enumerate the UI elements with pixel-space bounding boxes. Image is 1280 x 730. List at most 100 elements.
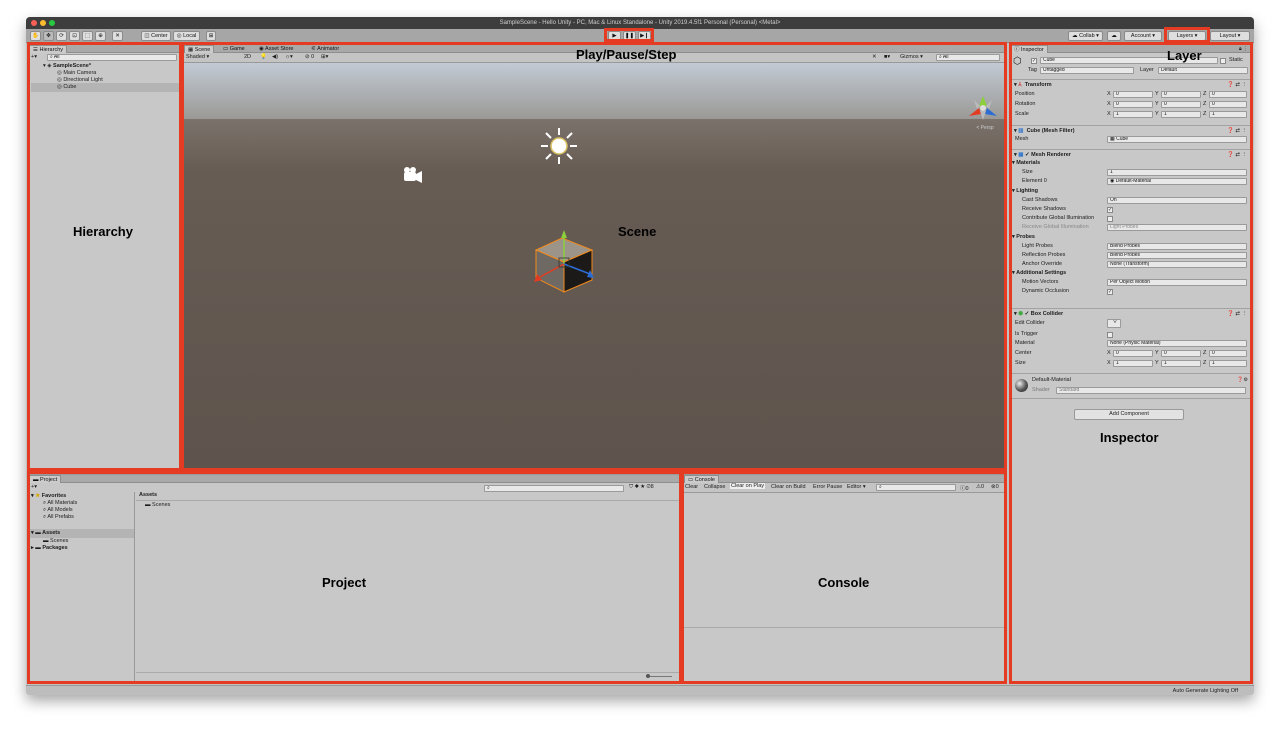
reflection-probes-dropdown[interactable]: Blend Probes (1107, 252, 1247, 259)
layout-dropdown[interactable]: Layout ▾ (1210, 31, 1250, 41)
component-menu-icon[interactable]: ❓ ⇄ ⋮ (1227, 80, 1247, 90)
active-checkbox[interactable]: ✓ (1031, 58, 1037, 64)
scene-search-input[interactable]: ⌕ All (936, 54, 1000, 61)
materials-size-input[interactable]: 1 (1107, 169, 1247, 176)
hidden-objects-counter[interactable]: ⊘ 0 (305, 54, 314, 60)
move-tool-icon[interactable]: ✥ (43, 31, 54, 41)
add-component-button[interactable]: Add Component (1074, 409, 1184, 420)
project-create-icon[interactable]: +▾ (31, 483, 37, 492)
zoom-window-button[interactable] (49, 20, 55, 26)
packages-folder[interactable]: ▸ ▬ Packages (31, 544, 68, 553)
transform-z-input[interactable]: 0 (1209, 91, 1247, 98)
transform-y-input[interactable]: 1 (1161, 111, 1201, 118)
light-probes-dropdown[interactable]: Blend Probes (1107, 243, 1247, 250)
cast-shadows-dropdown[interactable]: On (1107, 197, 1247, 204)
mesh-field[interactable]: ▦ Cube (1107, 136, 1247, 143)
fav-all-prefabs[interactable]: ⌕ All Prefabs (43, 513, 74, 522)
element0-field[interactable]: ◉ Default-Material (1107, 178, 1247, 185)
play-button[interactable]: ▶ (608, 31, 621, 41)
console-clear-on-play-button[interactable]: Clear on Play (730, 483, 766, 489)
tab-animator[interactable]: ⚟ Animator (308, 45, 342, 53)
additional-settings-foldout[interactable]: ▾ Additional Settings (1012, 269, 1066, 278)
lighting-status-text[interactable]: Auto Generate Lighting Off (1173, 688, 1238, 694)
tab-game[interactable]: ▭ Game (220, 45, 248, 53)
audio-toggle-icon[interactable]: ◀) (272, 54, 278, 60)
gizmos-dropdown[interactable]: Gizmos ▾ (900, 54, 923, 60)
tab-asset-store[interactable]: ◉ Asset Store (256, 45, 296, 53)
tools-icon[interactable]: ✕ (872, 54, 877, 60)
receive-gi-dropdown[interactable]: Light Probes (1107, 224, 1247, 231)
effects-dropdown[interactable]: ☼▾ (285, 54, 293, 60)
rotate-tool-icon[interactable]: ⟳ (56, 31, 67, 41)
minimize-window-button[interactable] (40, 20, 46, 26)
receive-shadows-checkbox[interactable]: ✓ (1107, 207, 1113, 213)
grid-dropdown[interactable]: ⊞▾ (321, 54, 328, 60)
static-checkbox[interactable] (1220, 58, 1226, 64)
transform-x-input[interactable]: 0 (1113, 91, 1153, 98)
shader-dropdown[interactable]: Standard (1056, 387, 1246, 394)
layers-dropdown[interactable]: Layers ▾ (1168, 31, 1206, 41)
tab-inspector[interactable]: ⓘ Inspector (1010, 45, 1048, 53)
scale-tool-icon[interactable]: ⊡ (69, 31, 80, 41)
lighting-foldout[interactable]: ▾ Lighting (1012, 187, 1038, 196)
component-menu-icon[interactable]: ❓ ⇄ ⋮ (1227, 150, 1247, 160)
transform-z-input[interactable]: 1 (1209, 111, 1247, 118)
materials-foldout[interactable]: ▾ Materials (1012, 159, 1040, 168)
project-breadcrumb[interactable]: Assets (139, 491, 157, 500)
lighting-toggle-icon[interactable]: 💡 (260, 54, 267, 60)
dynamic-occlusion-checkbox[interactable]: ✓ (1107, 289, 1113, 295)
transform-x-input[interactable]: 1 (1113, 111, 1153, 118)
info-counter[interactable]: ⓘ0 (960, 484, 969, 492)
create-plus-icon[interactable]: +▾ (31, 54, 37, 60)
console-editor-dropdown[interactable]: Editor ▾ (847, 484, 866, 490)
contribute-gi-checkbox[interactable] (1107, 216, 1113, 222)
persp-label[interactable]: < Persp (976, 125, 994, 131)
transform-header[interactable]: ▾ ⅄ Transform ❓ ⇄ ⋮ (1010, 79, 1251, 89)
lock-icon[interactable]: 🔒︎ ⋮ (1239, 46, 1248, 52)
transform-y-input[interactable]: 0 (1161, 101, 1201, 108)
warning-counter[interactable]: ⚠0 (976, 484, 984, 490)
center-x-input[interactable]: 0 (1113, 350, 1153, 357)
motion-vectors-dropdown[interactable]: Per Object Motion (1107, 279, 1247, 286)
size-x-input[interactable]: 1 (1113, 360, 1153, 367)
error-counter[interactable]: ⊗0 (991, 484, 999, 490)
console-error-pause-button[interactable]: Error Pause (813, 484, 842, 490)
pivot-local-toggle[interactable]: ◎ Local (173, 31, 200, 41)
console-clear-button[interactable]: Clear (685, 484, 698, 490)
transform-z-input[interactable]: 0 (1209, 101, 1247, 108)
probes-foldout[interactable]: ▾ Probes (1012, 233, 1035, 242)
tab-scene[interactable]: ▦ Scene (184, 45, 215, 53)
project-filter-icons[interactable]: ⛉ ◆ ★ ⊘8 (629, 483, 654, 492)
cloud-icon[interactable]: ☁ (1107, 31, 1121, 41)
directional-light-gizmo-icon[interactable] (541, 128, 577, 164)
slider-thumb[interactable] (646, 674, 650, 678)
component-menu-icon[interactable]: ❓ ⇄ ⋮ (1227, 126, 1247, 136)
step-button[interactable]: ▶❙ (638, 31, 651, 41)
box-collider-header[interactable]: ▾ ⬢ ✓ Box Collider ❓ ⇄ ⋮ (1010, 308, 1251, 318)
console-clear-on-build-button[interactable]: Clear on Build (771, 484, 806, 490)
console-search-input[interactable]: ⌕ (876, 484, 956, 491)
hierarchy-search-input[interactable]: ⌕ All (47, 54, 177, 61)
size-z-input[interactable]: 1 (1209, 360, 1247, 367)
mesh-renderer-header[interactable]: ▾ ▦ ✓ Mesh Renderer ❓ ⇄ ⋮ (1010, 149, 1251, 159)
layer-dropdown[interactable]: Default (1158, 67, 1248, 74)
center-y-input[interactable]: 0 (1161, 350, 1201, 357)
transform-x-input[interactable]: 0 (1113, 101, 1153, 108)
component-menu-icon[interactable]: ❓ ⇄ ⋮ (1227, 309, 1247, 319)
account-dropdown[interactable]: Account ▾ (1124, 31, 1162, 41)
grid-snap-icon[interactable]: ⊞ (206, 31, 216, 41)
tag-dropdown[interactable]: Untagged (1040, 67, 1134, 74)
shading-mode-dropdown[interactable]: Shaded ▾ (186, 54, 209, 60)
custom-tool-icon[interactable]: ✕ (112, 31, 123, 41)
material-section[interactable]: Default-Material Shader Standard ❓⚙ (1010, 373, 1251, 399)
scenes-asset-item[interactable]: ▬ Scenes (145, 501, 170, 510)
collider-material-field[interactable]: None (Physic Material) (1107, 340, 1247, 347)
edit-collider-button[interactable]: ⛛ (1107, 319, 1121, 328)
hand-tool-icon[interactable]: ✋ (30, 31, 41, 41)
console-collapse-button[interactable]: Collapse (704, 484, 725, 490)
tab-hierarchy[interactable]: ☰ Hierarchy (29, 45, 68, 53)
mesh-filter-header[interactable]: ▾ ▥ Cube (Mesh Filter) ❓ ⇄ ⋮ (1010, 125, 1251, 135)
camera-settings-dropdown[interactable]: ■▾ (884, 54, 890, 60)
transform-tool-icon[interactable]: ⊕ (95, 31, 106, 41)
close-window-button[interactable] (31, 20, 37, 26)
